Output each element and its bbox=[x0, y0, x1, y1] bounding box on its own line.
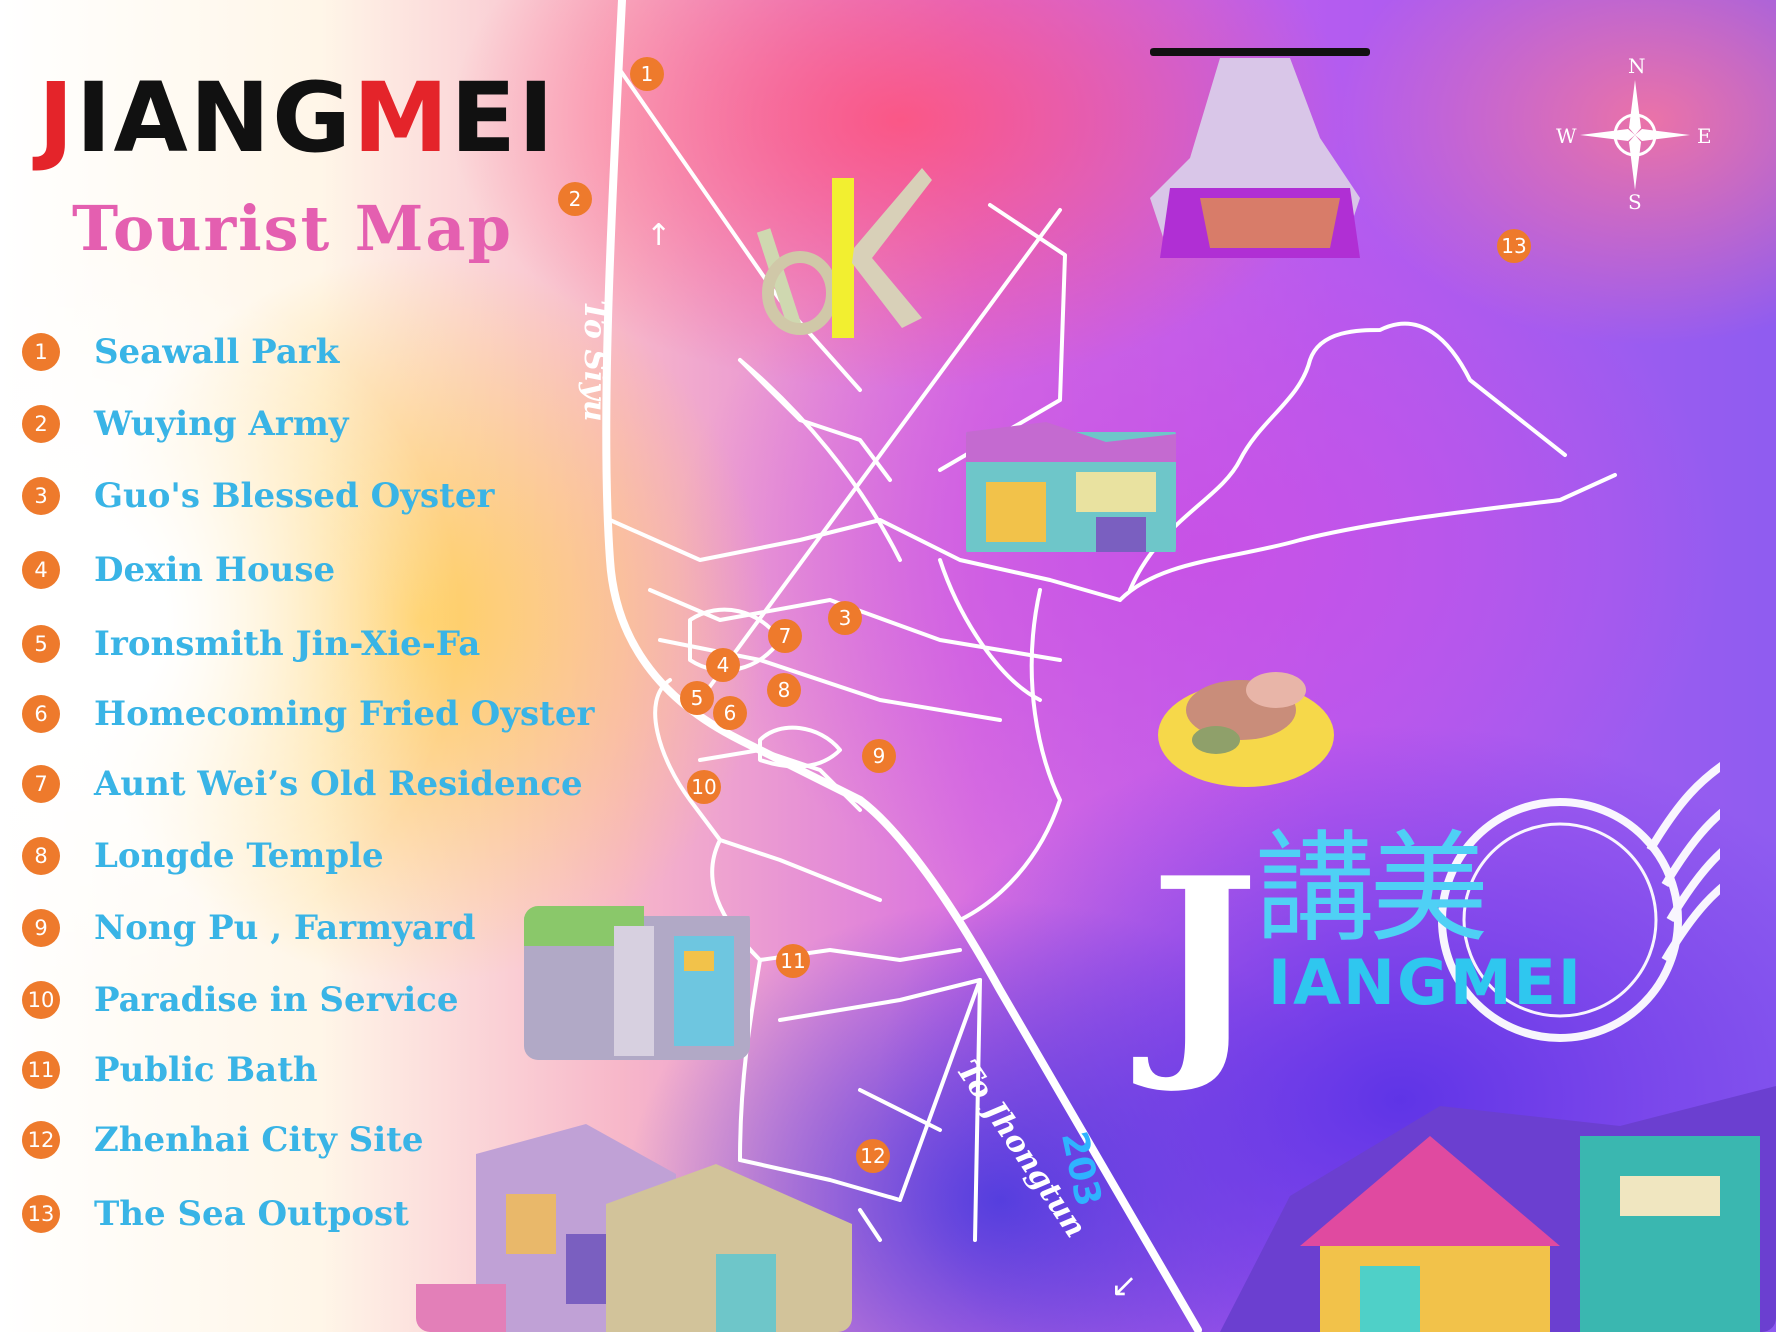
legend-number-badge: 1 bbox=[22, 333, 60, 371]
compass-s: S bbox=[1628, 190, 1642, 214]
brand-wordmark: IANGMEI bbox=[1268, 946, 1583, 1019]
map-marker-13[interactable]: 13 bbox=[1497, 229, 1531, 263]
map-marker-12[interactable]: 12 bbox=[856, 1139, 890, 1173]
map-marker-8[interactable]: 8 bbox=[767, 673, 801, 707]
legend-label: Ironsmith Jin-Xie-Fa bbox=[94, 624, 481, 664]
map-marker-3[interactable]: 3 bbox=[828, 601, 862, 635]
legend-item[interactable]: 6 Homecoming Fried Oyster bbox=[22, 692, 594, 736]
map-marker-5[interactable]: 5 bbox=[680, 681, 714, 715]
compass-w: W bbox=[1556, 124, 1577, 148]
map-canvas: JIANGMEI Tourist Map 1 Seawall Park 2 Wu… bbox=[0, 0, 1776, 1332]
legend-number-badge: 13 bbox=[22, 1195, 60, 1233]
legend-label: Public Bath bbox=[94, 1050, 318, 1090]
map-marker-1[interactable]: 1 bbox=[630, 57, 664, 91]
map-marker-10[interactable]: 10 bbox=[687, 770, 721, 804]
legend-label: Zhenhai City Site bbox=[94, 1120, 424, 1160]
zhenhai-city-site-illustration bbox=[416, 1124, 852, 1332]
legend-item[interactable]: 9 Nong Pu , Farmyard bbox=[22, 906, 476, 950]
legend-number-badge: 10 bbox=[22, 981, 60, 1019]
legend-number-badge: 7 bbox=[22, 765, 60, 803]
legend-item[interactable]: 8 Longde Temple bbox=[22, 834, 384, 878]
legend-label: Seawall Park bbox=[94, 332, 340, 372]
legend-item[interactable]: 1 Seawall Park bbox=[22, 330, 339, 374]
legend-item[interactable]: 10 Paradise in Service bbox=[22, 978, 459, 1022]
arrow-up-icon: ↑ bbox=[646, 218, 672, 253]
road-label-to-siyu: To Siyu bbox=[577, 300, 612, 422]
legend-number-badge: 2 bbox=[22, 405, 60, 443]
legend-label: Paradise in Service bbox=[94, 980, 459, 1020]
legend-number-badge: 3 bbox=[22, 477, 60, 515]
fried-oyster-illustration bbox=[1158, 672, 1334, 787]
legend-number-badge: 9 bbox=[22, 909, 60, 947]
map-marker-6[interactable]: 6 bbox=[713, 696, 747, 730]
legend-label: Wuying Army bbox=[94, 404, 349, 444]
legend-number-badge: 11 bbox=[22, 1051, 60, 1089]
legend-label: Nong Pu , Farmyard bbox=[94, 908, 476, 948]
legend-label: Homecoming Fried Oyster bbox=[94, 694, 595, 734]
brand-chinese-name: 講美 bbox=[1255, 820, 1489, 959]
legend-item[interactable]: 5 Ironsmith Jin-Xie-Fa bbox=[22, 622, 480, 666]
legend-item[interactable]: 3 Guo's Blessed Oyster bbox=[22, 474, 494, 518]
map-marker-11[interactable]: 11 bbox=[776, 944, 810, 978]
legend-item[interactable]: 7 Aunt Wei’s Old Residence bbox=[22, 762, 583, 806]
legend-item[interactable]: 2 Wuying Army bbox=[22, 402, 349, 446]
dexin-house-illustration bbox=[966, 422, 1176, 552]
map-marker-2[interactable]: 2 bbox=[558, 182, 592, 216]
legend-label: Longde Temple bbox=[94, 836, 384, 876]
legend-label: Dexin House bbox=[94, 550, 336, 590]
legend-number-badge: 5 bbox=[22, 625, 60, 663]
legend-item[interactable]: 4 Dexin House bbox=[22, 548, 335, 592]
map-marker-9[interactable]: 9 bbox=[862, 739, 896, 773]
legend-label: Aunt Wei’s Old Residence bbox=[94, 764, 583, 804]
map-marker-7[interactable]: 7 bbox=[768, 619, 802, 653]
longde-temple-illustration bbox=[1220, 1086, 1776, 1332]
legend-item[interactable]: 13 The Sea Outpost bbox=[22, 1192, 409, 1236]
legend-number-badge: 12 bbox=[22, 1121, 60, 1159]
legend-item[interactable]: 12 Zhenhai City Site bbox=[22, 1118, 423, 1162]
sea-outpost-rock-illustration bbox=[1150, 48, 1370, 258]
map-marker-4[interactable]: 4 bbox=[706, 648, 740, 682]
compass-rose-icon: N S W E bbox=[1556, 54, 1712, 214]
compass-e: E bbox=[1697, 124, 1712, 148]
legend-label: The Sea Outpost bbox=[94, 1194, 409, 1234]
compass-n: N bbox=[1628, 54, 1646, 78]
map-title: JIANGMEI bbox=[38, 62, 556, 174]
legend-item[interactable]: 11 Public Bath bbox=[22, 1048, 318, 1092]
legend-number-badge: 6 bbox=[22, 695, 60, 733]
map-subtitle: Tourist Map bbox=[72, 192, 513, 265]
legend-label: Guo's Blessed Oyster bbox=[94, 476, 495, 516]
public-bath-illustration bbox=[524, 906, 750, 1060]
legend-number-badge: 4 bbox=[22, 551, 60, 589]
brand-letter-j: J bbox=[1150, 828, 1259, 1098]
legend-number-badge: 8 bbox=[22, 837, 60, 875]
seawall-sculpture-illustration bbox=[756, 168, 932, 338]
